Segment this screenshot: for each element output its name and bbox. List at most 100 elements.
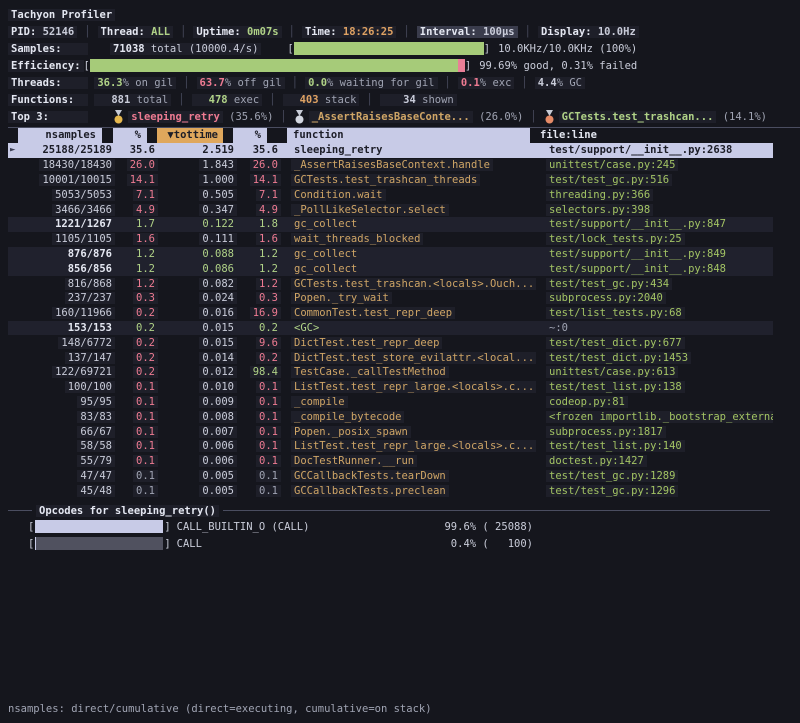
- threads-row: Threads: 36.3% on gil│63.7% off gil│0.0%…: [8, 74, 800, 91]
- cell-file-line: test/support/__init__.py:849: [536, 248, 773, 260]
- column-header-nsamples[interactable]: nsamples: [18, 128, 102, 143]
- table-row[interactable]: 18430/18430 26.0 1.843 26.0 _AssertRaise…: [8, 158, 773, 173]
- efficiency-bar-failed: [458, 59, 465, 72]
- table-row[interactable]: 148/6772 0.2 0.015 9.6 DictTest.test_rep…: [8, 335, 773, 350]
- opcode-share-fill: [35, 520, 162, 533]
- cell-direct-pct: 1.2: [115, 278, 158, 290]
- table-row[interactable]: 137/147 0.2 0.014 0.2 DictTest.test_stor…: [8, 350, 773, 365]
- table-row[interactable]: 58/58 0.1 0.006 0.1 ListTest.test_repr_l…: [8, 439, 773, 454]
- tachyon-profiler-app: Tachyon Profiler PID: 52146│Thread: ALL│…: [0, 0, 800, 723]
- table-row[interactable]: 95/95 0.1 0.009 0.1 _compile codeop.py:8…: [8, 395, 773, 410]
- cell-direct-pct: 0.1: [115, 470, 158, 482]
- cell-function: wait_threads_blocked: [291, 233, 536, 245]
- table-row[interactable]: 122/69721 0.2 0.012 98.4 TestCase._callT…: [8, 365, 773, 380]
- samples-rate-bar: [294, 42, 484, 55]
- threads-value: 4.4: [538, 77, 557, 89]
- cell-tottime: 0.088: [158, 248, 237, 260]
- samples-row: Samples: 71038 total (10000.4/s) [] 10.0…: [8, 40, 800, 57]
- cell-direct-pct: 0.2: [115, 307, 158, 319]
- cell-tottime: 0.347: [158, 204, 237, 216]
- cell-nsamples: 10001/10015: [26, 174, 115, 186]
- cell-direct-pct: 0.2: [115, 366, 158, 378]
- table-row[interactable]: 5053/5053 7.1 0.505 7.1 Condition.wait t…: [8, 187, 773, 202]
- cell-file-line: subprocess.py:2040: [536, 292, 773, 304]
- cell-tottime: 0.005: [158, 485, 237, 497]
- cell-function: GCCallbackTests.preclean: [291, 485, 536, 497]
- cell-direct-pct: 0.1: [115, 411, 158, 423]
- column-header-[interactable]: %: [113, 128, 147, 143]
- cell-direct-pct: 35.6: [115, 144, 158, 156]
- cell-file-line: threading.py:366: [536, 189, 773, 201]
- bar-close-bracket: ]: [484, 43, 490, 55]
- cell-function: ListTest.test_repr_large.<locals>.c...: [291, 440, 536, 452]
- table-row[interactable]: 856/856 1.2 0.086 1.2 gc_collect test/su…: [8, 261, 773, 276]
- opcode-stats: 99.6% ( 25088): [444, 521, 533, 533]
- silver-medal-icon: [294, 110, 305, 124]
- table-row[interactable]: 45/48 0.1 0.005 0.1 GCCallbackTests.prec…: [8, 483, 773, 498]
- table-row[interactable]: 876/876 1.2 0.088 1.2 gc_collect test/su…: [8, 247, 773, 262]
- column-header-tottime[interactable]: ▼tottime: [157, 128, 223, 143]
- column-header-function[interactable]: function: [287, 128, 530, 143]
- threads-stat: 0.0% waiting for gil: [305, 77, 437, 89]
- cell-cumulative-pct: 35.6: [237, 144, 281, 156]
- table-row[interactable]: 237/237 0.3 0.024 0.3 Popen._try_wait su…: [8, 291, 773, 306]
- top3-function-name[interactable]: sleeping_retry: [128, 111, 223, 123]
- table-row[interactable]: 55/79 0.1 0.006 0.1 DocTestRunner.__run …: [8, 454, 773, 469]
- cell-direct-pct: 0.2: [115, 337, 158, 349]
- cell-function: sleeping_retry: [291, 144, 536, 156]
- functions-stat: 34 shown: [380, 94, 457, 106]
- cell-direct-pct: 1.6: [115, 233, 158, 245]
- gold-medal-icon: [113, 110, 124, 124]
- functions-stat: 403 stack: [283, 94, 360, 106]
- cell-file-line: test/test_gc.py:1296: [536, 485, 773, 497]
- cell-cumulative-pct: 1.2: [237, 278, 281, 290]
- status-interval-value: 100µs: [483, 26, 515, 38]
- cell-nsamples: 66/67: [26, 426, 115, 438]
- table-row[interactable]: 153/153 0.2 0.015 0.2 <GC> ~:0: [8, 321, 773, 336]
- functions-stat: 881 total: [94, 94, 171, 106]
- cell-file-line: test/support/__init__.py:2638: [536, 144, 773, 156]
- cell-cumulative-pct: 0.1: [237, 381, 281, 393]
- cell-nsamples: 816/868: [26, 278, 115, 290]
- cell-function: Condition.wait: [291, 189, 536, 201]
- separator: │: [530, 111, 536, 123]
- title-row: Tachyon Profiler: [8, 6, 800, 23]
- cell-nsamples: 25188/25189: [26, 144, 115, 156]
- cell-direct-pct: 1.2: [115, 263, 158, 275]
- cell-tottime: 0.010: [158, 381, 237, 393]
- top3-function-name[interactable]: _AssertRaisesBaseConte...: [309, 111, 473, 123]
- opcode-row: []CALL 0.4% ( 100): [28, 535, 533, 552]
- table-row[interactable]: 66/67 0.1 0.007 0.1 Popen._posix_spawn s…: [8, 424, 773, 439]
- functions-suffix: total: [130, 94, 168, 106]
- status-display-value: 10.0Hz: [598, 26, 636, 38]
- cell-function: GCTests.test_trashcan_threads: [291, 174, 536, 186]
- table-row[interactable]: 100/100 0.1 0.010 0.1 ListTest.test_repr…: [8, 380, 773, 395]
- cell-file-line: ~:0: [536, 322, 773, 334]
- top3-percent: (26.0%): [473, 111, 524, 123]
- cell-file-line: test/lock_tests.py:25: [536, 233, 773, 245]
- column-header-[interactable]: %: [233, 128, 267, 143]
- opcodes-title: Opcodes for sleeping_retry(): [36, 505, 219, 517]
- separator: │: [521, 77, 527, 89]
- separator: │: [525, 26, 531, 38]
- cell-file-line: selectors.py:398: [536, 204, 773, 216]
- table-row[interactable]: 160/11966 0.2 0.016 16.9 CommonTest.test…: [8, 306, 773, 321]
- table-row[interactable]: 1105/1105 1.6 0.111 1.6 wait_threads_blo…: [8, 232, 773, 247]
- table-row[interactable]: 10001/10015 14.1 1.000 14.1 GCTests.test…: [8, 173, 773, 188]
- table-row[interactable]: 47/47 0.1 0.005 0.1 GCCallbackTests.tear…: [8, 469, 773, 484]
- opcode-name: CALL_BUILTIN_O (CALL): [177, 521, 445, 533]
- top3-function-name[interactable]: GCTests.test_trashcan...: [559, 111, 717, 123]
- table-row[interactable]: 1221/1267 1.7 0.122 1.8 gc_collect test/…: [8, 217, 773, 232]
- column-header-fileline[interactable]: file:line: [540, 128, 597, 143]
- table-row[interactable]: 816/868 1.2 0.082 1.2 GCTests.test_trash…: [8, 276, 773, 291]
- table-row[interactable]: ► 25188/25189 35.6 2.519 35.6 sleeping_r…: [8, 143, 773, 158]
- cell-function: gc_collect: [291, 263, 536, 275]
- cell-nsamples: 47/47: [26, 470, 115, 482]
- cell-file-line: test/test_list.py:140: [536, 440, 773, 452]
- functions-stat: 478 exec: [192, 94, 263, 106]
- table-row[interactable]: 3466/3466 4.9 0.347 4.9 _PollLikeSelecto…: [8, 202, 773, 217]
- cell-file-line: test/test_dict.py:1453: [536, 352, 773, 364]
- separator: │: [280, 111, 286, 123]
- cell-file-line: test/test_gc.py:516: [536, 174, 773, 186]
- table-row[interactable]: 83/83 0.1 0.008 0.1 _compile_bytecode <f…: [8, 409, 773, 424]
